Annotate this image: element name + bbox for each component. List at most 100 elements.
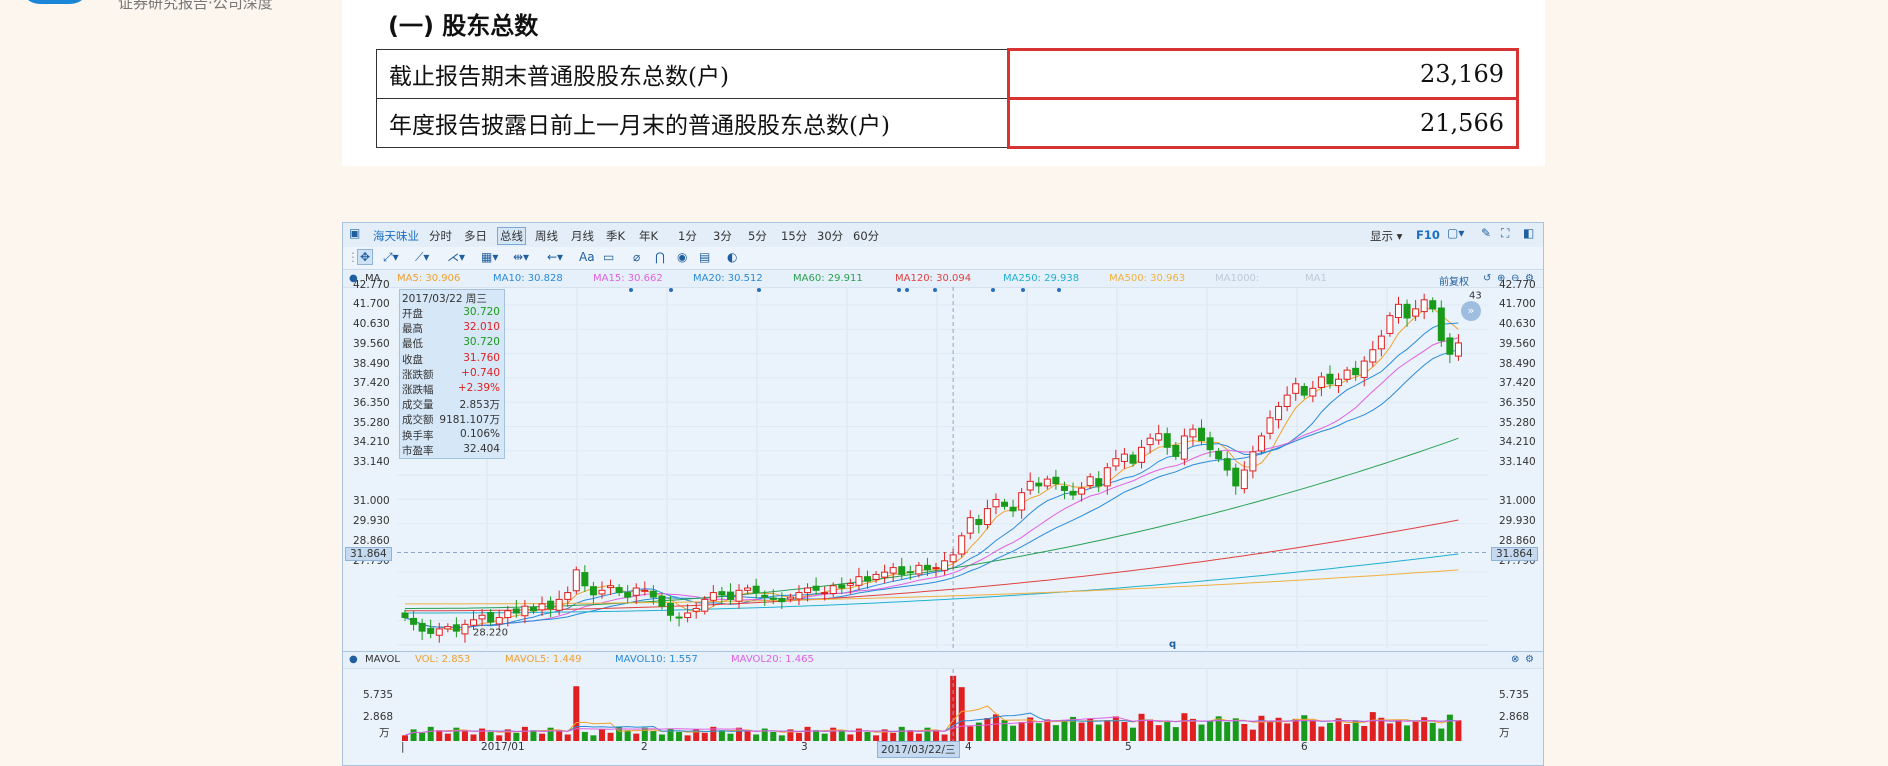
price-axis-tick-left: 35.280 (353, 417, 390, 429)
fuquan-dropdown[interactable]: 前复权 (1439, 273, 1469, 288)
candle-body (607, 585, 615, 589)
info-value: 2.853万 (459, 399, 500, 412)
text-tool-icon[interactable]: Aa (579, 250, 595, 264)
price-axis-tick-left: 39.560 (353, 338, 390, 350)
layout-dropdown-icon[interactable]: ▢▾ (1447, 226, 1464, 240)
volume-bar (1104, 720, 1111, 741)
info-row: 成交量 2.853万 (402, 397, 502, 412)
eraser-icon[interactable]: ⌀ (633, 250, 640, 264)
volume-bar (890, 732, 897, 741)
date-axis-tick: 2017/01 (481, 741, 525, 753)
price-axis-tick-left: 33.140 (353, 456, 390, 468)
price-axis-tick-right: 34.210 (1499, 436, 1536, 448)
ma-legend-item: MA120: 30.094 (895, 273, 972, 284)
fibonacci-tool-icon[interactable]: ▦▾ (481, 250, 498, 264)
info-key: 最低 (402, 338, 423, 351)
volume-bar (1326, 722, 1333, 741)
candle-body (949, 554, 957, 563)
scroll-right-icon[interactable]: » (1461, 301, 1481, 321)
price-axis-tick-right: 33.140 (1499, 456, 1536, 468)
candle-body (1172, 445, 1180, 457)
volume-bar (718, 730, 725, 741)
tab-1min[interactable]: 1分 (678, 228, 697, 244)
candle-body (1001, 501, 1009, 507)
ma-legend-row: ● MA MA5: 30.906 MA10: 30.828 MA15: 30.6… (343, 271, 1543, 288)
undo-icon[interactable]: ↺ (1483, 273, 1491, 284)
toggle-icon[interactable]: ◐ (727, 250, 737, 264)
candle-body (1086, 476, 1094, 486)
candle-body (821, 592, 829, 595)
measure-tool-icon[interactable]: ⇹▾ (513, 250, 529, 264)
arrow-tool-icon[interactable]: ←▾ (547, 250, 563, 264)
candle-body (812, 585, 820, 591)
candlestick-plot[interactable]: 4328.220q (397, 287, 1489, 649)
tab-3min[interactable]: 3分 (713, 228, 732, 244)
tab-30min[interactable]: 30分 (817, 228, 843, 244)
candle-body (547, 600, 555, 609)
volume-plot[interactable] (397, 669, 1489, 741)
vol-settings-icon[interactable]: ⚙ (1525, 654, 1534, 665)
volume-bar (967, 726, 974, 741)
comment-tool-icon[interactable]: ▭ (603, 250, 614, 264)
tab-zongxian[interactable]: 总线 (497, 227, 526, 245)
tab-niank[interactable]: 年K (639, 228, 658, 244)
candle-body (487, 612, 495, 623)
volume-legend-row: ● MAVOL VOL: 2.853 MAVOL5: 1.449 MAVOL10… (343, 651, 1543, 669)
candle-body (1429, 300, 1437, 310)
event-marker-icon (933, 288, 937, 292)
info-row: 涨跌幅 +2.39% (402, 382, 502, 397)
move-icon[interactable]: ✥ (357, 249, 374, 265)
candle-body (1386, 315, 1394, 334)
volume-bar (1438, 728, 1445, 741)
volume-bar (795, 732, 802, 741)
info-key: 最高 (402, 323, 423, 336)
logo-icon (20, 0, 90, 4)
f10-button[interactable]: F10 (1416, 228, 1440, 242)
candle-body (1369, 349, 1377, 363)
tab-jik[interactable]: 季K (606, 228, 625, 244)
tab-15min[interactable]: 15分 (781, 228, 807, 244)
tab-fenshi[interactable]: 分时 (429, 228, 452, 244)
channel-tool-icon[interactable]: ⟋▾ (415, 250, 429, 265)
sidebar-toggle-icon[interactable]: ▣ (349, 226, 360, 240)
candle-body (427, 627, 435, 634)
price-axis-tick-right: 37.420 (1499, 377, 1536, 389)
display-dropdown[interactable]: 显示 ▾ (1370, 228, 1402, 244)
candle-body (829, 585, 837, 594)
tab-zhouxian[interactable]: 周线 (535, 228, 558, 244)
volume-bar (1267, 721, 1274, 741)
candle-body (1326, 373, 1334, 385)
candle-body (1437, 307, 1445, 342)
tab-duori[interactable]: 多日 (464, 228, 487, 244)
candle-info-box: 2017/03/22 周三 开盘 30.720 最高 32.010 最低 30.720 收盘… (399, 289, 505, 459)
candle-body (1292, 383, 1300, 394)
vol-collapse-icon[interactable]: ● (349, 654, 358, 665)
drawing-toolbar: ⋮ ✥ ⤢▾ ⟋▾ ⋌▾ ▦▾ ⇹▾ ←▾ Aa ▭ ⌀ ⋂ ◉ ▤ ◐ (343, 247, 1543, 270)
pen-icon[interactable]: ✎ (1481, 226, 1491, 240)
trash-icon[interactable]: ▤ (699, 250, 710, 264)
ma-legend-item: MA20: 30.512 (693, 273, 763, 284)
candle-body (1300, 386, 1308, 396)
tab-60min[interactable]: 60分 (853, 228, 879, 244)
table-row: 年度报告披露日前上一月末的普通股股东总数(户) 21,566 (376, 97, 1519, 149)
ma-line (404, 337, 1459, 629)
line-tool-icon[interactable]: ⤢▾ (383, 250, 399, 265)
eye-icon[interactable]: ◉ (677, 250, 687, 264)
magnet-icon[interactable]: ⋂ (655, 250, 665, 264)
price-axis-tick-right: 31.000 (1499, 495, 1536, 507)
candle-body (701, 598, 709, 612)
stock-name-link[interactable]: 海天味业 (373, 228, 419, 244)
date-axis-tick: 5 (1125, 741, 1132, 753)
price-axis-tick-left: 28.860 (353, 535, 390, 547)
volume-bar (487, 731, 494, 741)
info-row: 最高 32.010 (402, 321, 502, 336)
min-price-label: 28.220 (473, 628, 508, 639)
tab-5min[interactable]: 5分 (748, 228, 767, 244)
polyline-tool-icon[interactable]: ⋌▾ (447, 250, 465, 264)
vol-close-icon[interactable]: ⊗ (1511, 654, 1519, 665)
candle-body (1129, 454, 1137, 464)
fullscreen-icon[interactable]: ⛶ (1501, 226, 1509, 241)
candle-body (1412, 308, 1420, 317)
tab-yuexian[interactable]: 月线 (571, 228, 594, 244)
panel-toggle-icon[interactable]: ◧ (1523, 226, 1534, 240)
